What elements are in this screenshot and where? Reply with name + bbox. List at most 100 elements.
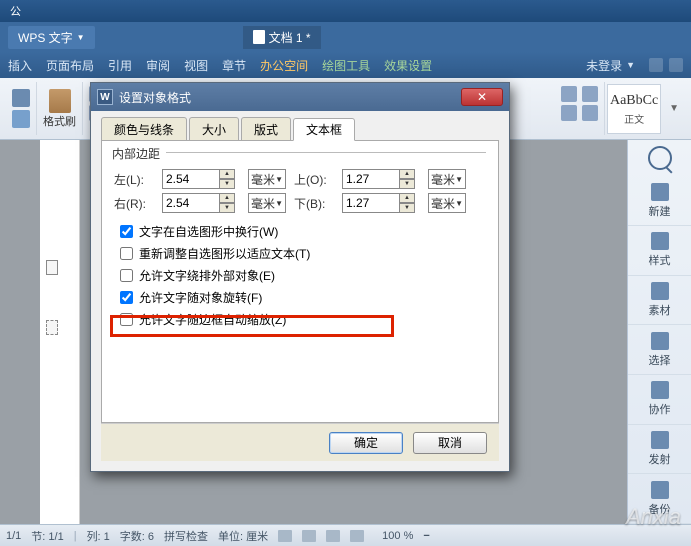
format-brush-label: 格式刷	[43, 113, 76, 129]
page-thumb-icon[interactable]	[46, 260, 58, 275]
close-button[interactable]: ✕	[461, 88, 503, 106]
check-resize-box[interactable]	[120, 247, 133, 260]
view-read-icon[interactable]	[350, 530, 364, 542]
right-spinner[interactable]: ▲▼	[162, 193, 242, 213]
side-select[interactable]: 选择	[628, 325, 691, 375]
left-input[interactable]	[162, 169, 220, 189]
clipboard-group	[6, 82, 37, 135]
view-outline-icon[interactable]	[326, 530, 340, 542]
spin-down-icon[interactable]: ▼	[220, 179, 235, 189]
check-wrap-ext[interactable]: 允许文字绕排外部对象(E)	[120, 267, 486, 284]
separator	[166, 152, 486, 153]
bottom-unit[interactable]: 毫米▼	[428, 193, 466, 213]
status-unit[interactable]: 单位: 厘米	[218, 528, 268, 544]
tab-insert[interactable]: 插入	[8, 57, 32, 74]
object-format-dialog: W 设置对象格式 ✕ 颜色与线条 大小 版式 文本框 内部边距 左(L): ▲▼…	[90, 82, 510, 472]
spin-down-icon[interactable]: ▼	[220, 203, 235, 213]
side-collab[interactable]: 协作	[628, 375, 691, 425]
spin-up-icon[interactable]: ▲	[400, 193, 415, 203]
tool-icon[interactable]	[561, 86, 577, 102]
bottom-label: 下(B):	[294, 195, 336, 212]
doc-header: WPS 文字 ▼ 文档 1 *	[0, 22, 691, 52]
side-material[interactable]: 素材	[628, 276, 691, 326]
spin-up-icon[interactable]: ▲	[220, 193, 235, 203]
top-input[interactable]	[342, 169, 400, 189]
side-select-label: 选择	[649, 352, 671, 368]
check-autoscale-box[interactable]	[120, 313, 133, 326]
check-resize[interactable]: 重新调整自选图形以适应文本(T)	[120, 245, 486, 262]
check-rotate[interactable]: 允许文字随对象旋转(F)	[120, 289, 486, 306]
top-spinner[interactable]: ▲▼	[342, 169, 422, 189]
tool2-icon[interactable]	[561, 105, 577, 121]
zoom-out-icon[interactable]: −	[423, 530, 429, 542]
tab-effects[interactable]: 效果设置	[384, 57, 432, 74]
status-section[interactable]: 节: 1/1	[31, 528, 63, 544]
tab-page-layout[interactable]: 页面布局	[46, 57, 94, 74]
login-label: 未登录	[586, 57, 622, 74]
style-more-icon[interactable]: ▼	[669, 103, 679, 114]
document-tab-label: 文档 1 *	[269, 29, 311, 46]
view-web-icon[interactable]	[302, 530, 316, 542]
document-tab[interactable]: 文档 1 *	[243, 26, 321, 49]
tab-chapter[interactable]: 章节	[222, 57, 246, 74]
tab-size[interactable]: 大小	[189, 117, 239, 140]
ok-button[interactable]: 确定	[329, 432, 403, 454]
check-autoscale[interactable]: 允许文字随边框自动缩放(Z)	[120, 311, 486, 328]
page-thumb2-icon[interactable]	[46, 320, 58, 335]
minimize-icon[interactable]	[649, 58, 663, 72]
tab-review[interactable]: 审阅	[146, 57, 170, 74]
spin-down-icon[interactable]: ▼	[400, 179, 415, 189]
zoom-value[interactable]: 100 %	[382, 530, 413, 542]
tab-references[interactable]: 引用	[108, 57, 132, 74]
login-button[interactable]: 未登录 ▼	[586, 57, 635, 74]
collab-icon	[651, 381, 669, 399]
left-spinner[interactable]: ▲▼	[162, 169, 242, 189]
check-wrap[interactable]: 文字在自选图形中换行(W)	[120, 223, 486, 240]
view-print-icon[interactable]	[278, 530, 292, 542]
right-unit[interactable]: 毫米▼	[248, 193, 286, 213]
status-col[interactable]: 列: 1	[87, 528, 110, 544]
top-label: 上(O):	[294, 171, 336, 188]
app-menu-button[interactable]: WPS 文字 ▼	[8, 26, 95, 49]
status-chars[interactable]: 字数: 6	[120, 528, 154, 544]
tool3-icon[interactable]	[582, 105, 598, 121]
spin-up-icon[interactable]: ▲	[220, 169, 235, 179]
chevron-down-icon: ▼	[455, 175, 463, 184]
cancel-button[interactable]: 取消	[413, 432, 487, 454]
dialog-titlebar[interactable]: W 设置对象格式 ✕	[91, 83, 509, 111]
side-send[interactable]: 发射	[628, 425, 691, 475]
side-backup[interactable]: 备份	[628, 474, 691, 524]
left-unit[interactable]: 毫米▼	[248, 169, 286, 189]
spin-down-icon[interactable]: ▼	[400, 203, 415, 213]
side-new-label: 新建	[649, 203, 671, 219]
material-icon	[651, 282, 669, 300]
side-new[interactable]: 新建	[628, 176, 691, 226]
side-search[interactable]	[628, 140, 691, 176]
top-unit[interactable]: 毫米▼	[428, 169, 466, 189]
help-icon[interactable]	[669, 58, 683, 72]
tab-office-space[interactable]: 办公空间	[260, 57, 308, 74]
tab-textbox[interactable]: 文本框	[293, 118, 355, 141]
tab-drawing-tools[interactable]: 绘图工具	[322, 57, 370, 74]
copy-icon[interactable]	[12, 110, 30, 128]
check-wrap-box[interactable]	[120, 225, 133, 238]
check-wrap-ext-box[interactable]	[120, 269, 133, 282]
cut-icon[interactable]	[12, 89, 30, 107]
search-icon	[648, 146, 672, 170]
margin-grid: 左(L): ▲▼ 毫米▼ 上(O): ▲▼ 毫米▼ 右(R): ▲▼ 毫米▼ 下…	[114, 169, 486, 213]
tab-color-lines[interactable]: 颜色与线条	[101, 117, 187, 140]
status-page[interactable]: 1/1	[6, 530, 21, 542]
check-rotate-box[interactable]	[120, 291, 133, 304]
bottom-input[interactable]	[342, 193, 400, 213]
spin-up-icon[interactable]: ▲	[400, 169, 415, 179]
right-input[interactable]	[162, 193, 220, 213]
chevron-down-icon: ▼	[455, 199, 463, 208]
format-brush-group[interactable]: 格式刷	[37, 82, 83, 135]
tab-view[interactable]: 视图	[184, 57, 208, 74]
tab-layout[interactable]: 版式	[241, 117, 291, 140]
bottom-spinner[interactable]: ▲▼	[342, 193, 422, 213]
style-preview[interactable]: AaBbCc 正文	[607, 84, 661, 134]
border-icon[interactable]	[582, 86, 598, 102]
side-style[interactable]: 样式	[628, 226, 691, 276]
status-spell[interactable]: 拼写检查	[164, 528, 208, 544]
